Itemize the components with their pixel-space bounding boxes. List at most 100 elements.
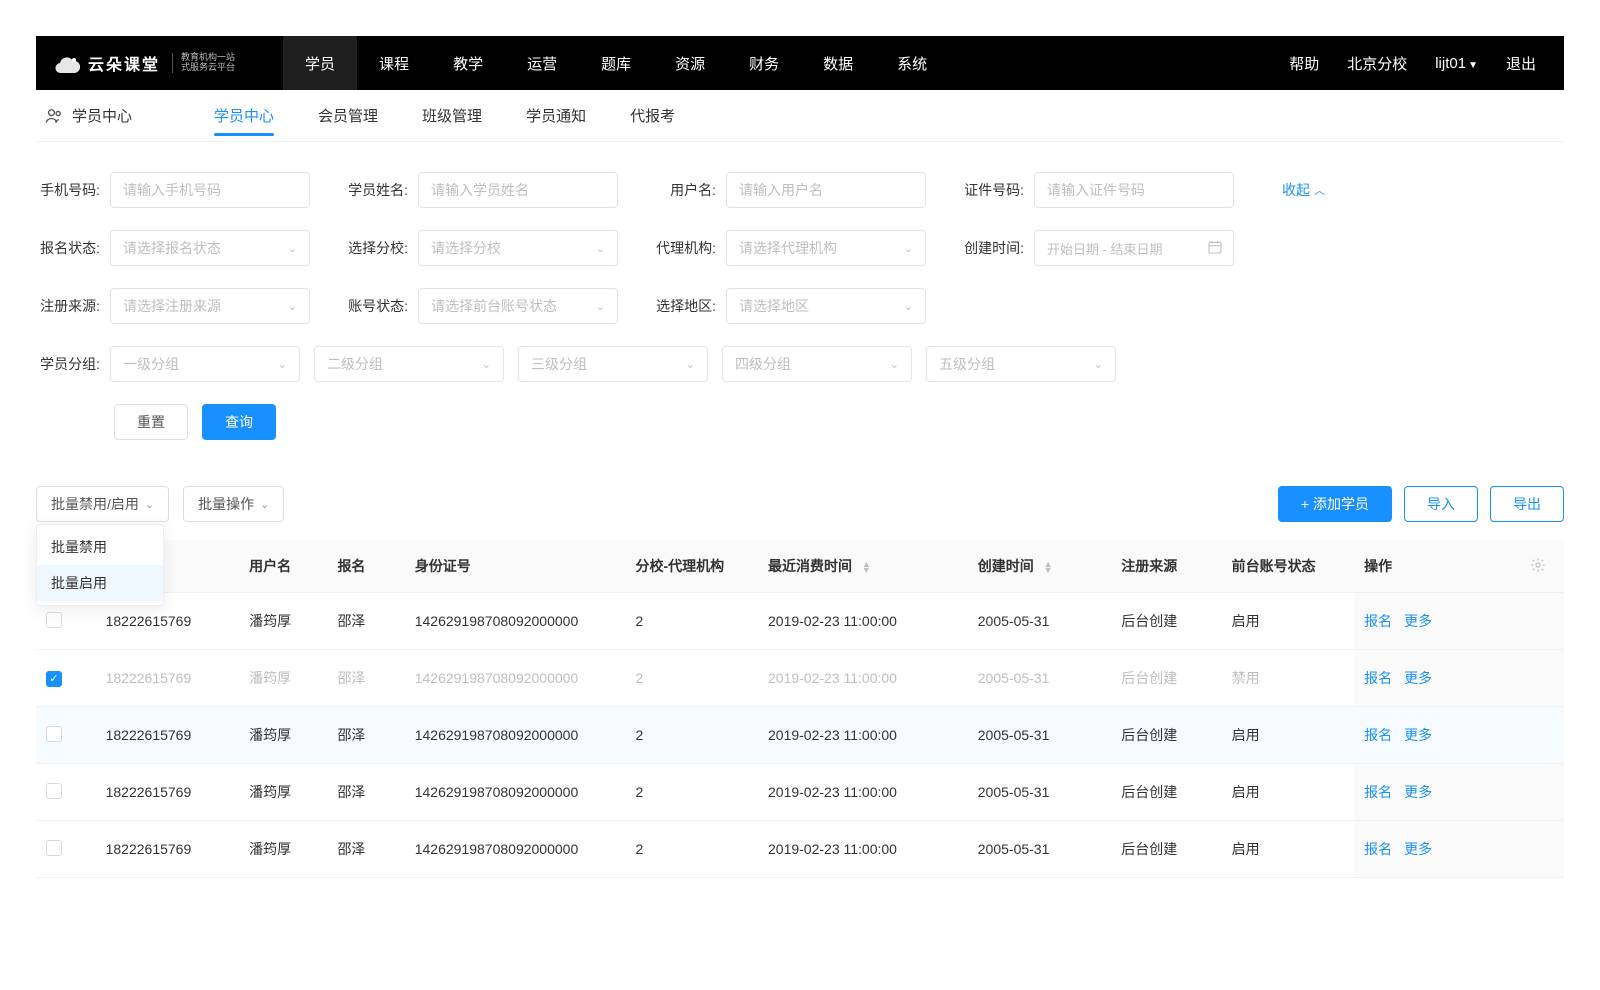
cell-source: 后台创建 xyxy=(1111,764,1221,821)
group-level-select[interactable]: 五级分组⌄ xyxy=(926,346,1116,382)
collapse-toggle[interactable]: 收起 ︿ xyxy=(1282,180,1325,200)
row-action-more[interactable]: 更多 xyxy=(1404,841,1432,857)
cell-enroll: 邵泽 xyxy=(327,764,404,821)
gear-icon[interactable] xyxy=(1530,560,1546,576)
table-row: 18222615769潘筠厚邵泽142629198708092000000220… xyxy=(36,707,1564,764)
sort-icon[interactable]: ▲▼ xyxy=(1044,561,1053,573)
logout-link[interactable]: 退出 xyxy=(1506,53,1536,74)
col-header-consume[interactable]: 最近消费时间 ▲▼ xyxy=(758,540,968,593)
bulk-toggle-dropdown[interactable]: 批量禁用/启用 ⌄ xyxy=(36,486,169,522)
username-input[interactable] xyxy=(726,172,926,208)
row-action-enroll[interactable]: 报名 xyxy=(1364,613,1392,629)
filter-username: 用户名: xyxy=(652,172,926,208)
sub-nav-item[interactable]: 学员中心 xyxy=(192,90,296,142)
top-nav-item[interactable]: 教学 xyxy=(431,36,505,90)
col-header-enroll[interactable]: 报名 xyxy=(327,540,404,593)
cell-status: 禁用 xyxy=(1222,650,1354,707)
top-nav-item[interactable]: 系统 xyxy=(875,36,949,90)
col-header-idno[interactable]: 身份证号 xyxy=(405,540,626,593)
top-nav-item[interactable]: 资源 xyxy=(653,36,727,90)
create-time-range[interactable]: 开始日期 - 结束日期 xyxy=(1034,230,1234,266)
chevron-down-icon: ⌄ xyxy=(904,242,913,255)
table-row: 18222615769潘筠厚邵泽142629198708092000000220… xyxy=(36,593,1564,650)
acct-status-select[interactable]: 请选择前台账号状态⌄ xyxy=(418,288,618,324)
top-nav-item[interactable]: 课程 xyxy=(357,36,431,90)
col-header-source[interactable]: 注册来源 xyxy=(1111,540,1221,593)
group-level-select[interactable]: 三级分组⌄ xyxy=(518,346,708,382)
cell-username: 潘筠厚 xyxy=(239,821,327,878)
row-action-enroll[interactable]: 报名 xyxy=(1364,670,1392,686)
cell-enroll: 邵泽 xyxy=(327,593,404,650)
branch-select[interactable]: 请选择分校⌄ xyxy=(418,230,618,266)
top-nav-item[interactable]: 数据 xyxy=(801,36,875,90)
group-level-select[interactable]: 二级分组⌄ xyxy=(314,346,504,382)
group-level-select[interactable]: 四级分组⌄ xyxy=(722,346,912,382)
reg-source-select[interactable]: 请选择注册来源⌄ xyxy=(110,288,310,324)
group-level-select[interactable]: 一级分组⌄ xyxy=(110,346,300,382)
branch-switcher[interactable]: 北京分校 xyxy=(1347,53,1407,74)
sub-nav-item[interactable]: 代报考 xyxy=(608,90,697,142)
cell-consume: 2019-02-23 11:00:00 xyxy=(758,707,968,764)
bulk-action-dropdown[interactable]: 批量操作 ⌄ xyxy=(183,486,284,522)
top-nav: 云朵课堂 教育机构一站 式服务云平台 学员课程教学运营题库资源财务数据系统 帮助… xyxy=(36,36,1564,90)
row-checkbox[interactable] xyxy=(46,671,62,687)
export-button[interactable]: 导出 xyxy=(1490,486,1564,522)
top-nav-item[interactable]: 财务 xyxy=(727,36,801,90)
filter-name: 学员姓名: xyxy=(344,172,618,208)
import-button[interactable]: 导入 xyxy=(1404,486,1478,522)
col-header-status[interactable]: 前台账号状态 xyxy=(1222,540,1354,593)
brand-name: 云朵课堂 xyxy=(88,51,160,75)
menu-item-bulk-enable[interactable]: 批量启用 xyxy=(37,565,163,601)
sub-nav-item[interactable]: 会员管理 xyxy=(296,90,400,142)
cell-enroll: 邵泽 xyxy=(327,650,404,707)
chevron-down-icon: ⌄ xyxy=(288,242,297,255)
row-action-more[interactable]: 更多 xyxy=(1404,613,1432,629)
chevron-down-icon: ⌄ xyxy=(904,300,913,313)
top-nav-item[interactable]: 学员 xyxy=(283,36,357,90)
col-header-username[interactable]: 用户名 xyxy=(239,540,327,593)
search-button[interactable]: 查询 xyxy=(202,404,276,440)
row-action-enroll[interactable]: 报名 xyxy=(1364,841,1392,857)
table-row: 18222615769潘筠厚邵泽142629198708092000000220… xyxy=(36,764,1564,821)
filter-branch: 选择分校: 请选择分校⌄ xyxy=(344,230,618,266)
col-header-branch[interactable]: 分校-代理机构 xyxy=(626,540,758,593)
row-checkbox[interactable] xyxy=(46,612,62,628)
row-checkbox[interactable] xyxy=(46,783,62,799)
name-input[interactable] xyxy=(418,172,618,208)
region-select[interactable]: 请选择地区⌄ xyxy=(726,288,926,324)
cell-source: 后台创建 xyxy=(1111,821,1221,878)
row-checkbox[interactable] xyxy=(46,726,62,742)
filter-phone: 手机号码: xyxy=(36,172,310,208)
chevron-down-icon: ⌄ xyxy=(288,300,297,313)
row-checkbox[interactable] xyxy=(46,840,62,856)
cell-branch: 2 xyxy=(626,821,758,878)
row-action-enroll[interactable]: 报名 xyxy=(1364,727,1392,743)
top-nav-item[interactable]: 运营 xyxy=(505,36,579,90)
row-action-more[interactable]: 更多 xyxy=(1404,727,1432,743)
col-header-create[interactable]: 创建时间 ▲▼ xyxy=(968,540,1112,593)
user-menu[interactable]: lijt01▼ xyxy=(1435,55,1478,72)
enroll-status-select[interactable]: 请选择报名状态⌄ xyxy=(110,230,310,266)
reset-button[interactable]: 重置 xyxy=(114,404,188,440)
top-nav-item[interactable]: 题库 xyxy=(579,36,653,90)
add-student-button[interactable]: + 添加学员 xyxy=(1278,486,1392,522)
row-action-more[interactable]: 更多 xyxy=(1404,784,1432,800)
idno-input[interactable] xyxy=(1034,172,1234,208)
sub-nav: 学员中心 学员中心会员管理班级管理学员通知代报考 xyxy=(36,90,1564,142)
help-link[interactable]: 帮助 xyxy=(1289,53,1319,74)
phone-input[interactable] xyxy=(110,172,310,208)
chevron-down-icon: ⌄ xyxy=(890,358,899,371)
top-nav-right: 帮助 北京分校 lijt01▼ 退出 xyxy=(1289,53,1564,74)
agency-select[interactable]: 请选择代理机构⌄ xyxy=(726,230,926,266)
cell-status: 启用 xyxy=(1222,764,1354,821)
sort-icon[interactable]: ▲▼ xyxy=(862,561,871,573)
row-action-enroll[interactable]: 报名 xyxy=(1364,784,1392,800)
cell-branch: 2 xyxy=(626,593,758,650)
cell-branch: 2 xyxy=(626,707,758,764)
sub-nav-item[interactable]: 班级管理 xyxy=(400,90,504,142)
sub-nav-item[interactable]: 学员通知 xyxy=(504,90,608,142)
cell-create: 2005-05-31 xyxy=(968,593,1112,650)
row-action-more[interactable]: 更多 xyxy=(1404,670,1432,686)
menu-item-bulk-disable[interactable]: 批量禁用 xyxy=(37,529,163,565)
chevron-down-icon: ⌄ xyxy=(278,358,287,371)
